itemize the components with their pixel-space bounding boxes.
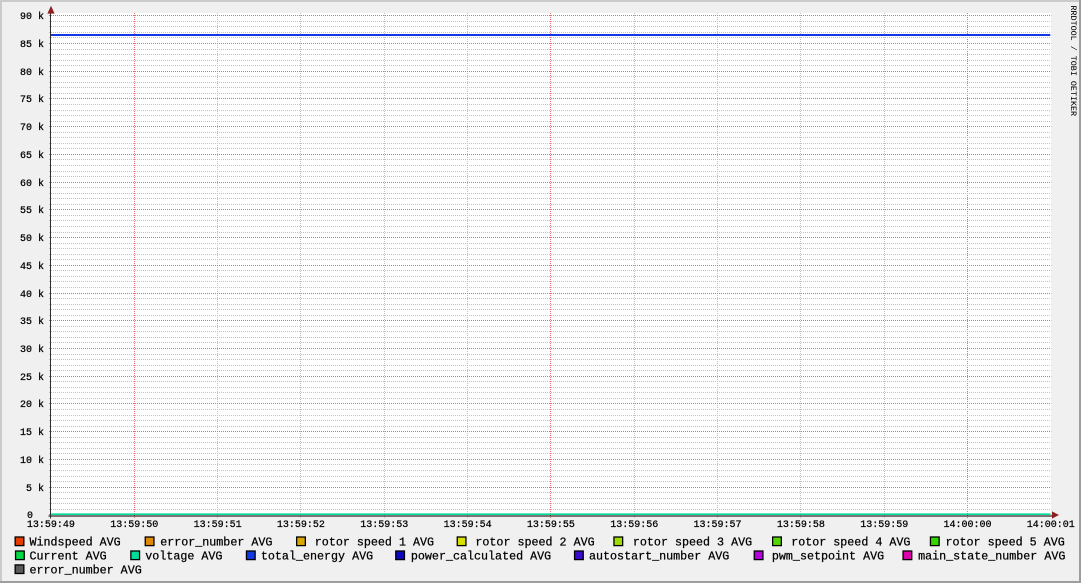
svg-text:rotor speed 1 AVG: rotor speed 1 AVG (315, 536, 434, 550)
svg-text:pwm_setpoint AVG: pwm_setpoint AVG (772, 550, 884, 564)
svg-text:Current AVG: Current AVG (30, 550, 107, 564)
svg-text:power_calculated AVG: power_calculated AVG (411, 550, 551, 564)
svg-text:RRDTOOL / TOBI OETIKER: RRDTOOL / TOBI OETIKER (1068, 6, 1078, 117)
svg-text:main_state_number AVG: main_state_number AVG (918, 550, 1065, 564)
svg-text:85 k: 85 k (20, 39, 44, 51)
svg-text:error_number AVG: error_number AVG (30, 563, 142, 577)
svg-text:14:00:01: 14:00:01 (1027, 520, 1075, 531)
svg-text:10 k: 10 k (20, 455, 44, 467)
svg-text:25 k: 25 k (20, 372, 44, 384)
svg-text:35 k: 35 k (20, 316, 44, 328)
svg-text:65 k: 65 k (20, 150, 44, 162)
svg-text:autostart_number AVG: autostart_number AVG (589, 550, 729, 564)
svg-text:13:59:51: 13:59:51 (194, 520, 242, 531)
svg-text:90 k: 90 k (20, 11, 44, 23)
svg-text:60 k: 60 k (20, 178, 44, 190)
svg-text:13:59:54: 13:59:54 (444, 520, 492, 531)
svg-text:40 k: 40 k (20, 289, 44, 301)
svg-text:30 k: 30 k (20, 344, 44, 356)
svg-text:20 k: 20 k (20, 399, 44, 411)
svg-text:rotor speed 3 AVG: rotor speed 3 AVG (633, 536, 752, 550)
svg-text:13:59:55: 13:59:55 (527, 520, 575, 531)
svg-text:13:59:53: 13:59:53 (360, 520, 408, 531)
svg-text:13:59:58: 13:59:58 (777, 520, 825, 531)
svg-text:50 k: 50 k (20, 233, 44, 245)
svg-text:13:59:56: 13:59:56 (610, 520, 658, 531)
svg-text:15 k: 15 k (20, 427, 44, 439)
svg-text:13:59:52: 13:59:52 (277, 520, 325, 531)
svg-text:55 k: 55 k (20, 205, 44, 217)
svg-text:5 k: 5 k (26, 483, 44, 495)
svg-text:13:59:57: 13:59:57 (693, 520, 741, 531)
svg-text:70 k: 70 k (20, 122, 44, 134)
svg-text:13:59:49: 13:59:49 (27, 520, 75, 531)
svg-text:45 k: 45 k (20, 261, 44, 273)
svg-text:80 k: 80 k (20, 67, 44, 79)
svg-text:13:59:59: 13:59:59 (860, 520, 908, 531)
svg-text:error_number AVG: error_number AVG (160, 536, 272, 550)
svg-text:Windspeed AVG: Windspeed AVG (30, 536, 121, 550)
svg-text:voltage AVG: voltage AVG (145, 550, 222, 564)
svg-text:75 k: 75 k (20, 94, 44, 106)
svg-text:total_energy AVG: total_energy AVG (261, 550, 373, 564)
svg-text:rotor speed 5 AVG: rotor speed 5 AVG (946, 536, 1065, 550)
svg-text:rotor speed 2 AVG: rotor speed 2 AVG (475, 536, 594, 550)
svg-text:rotor speed 4 AVG: rotor speed 4 AVG (791, 536, 910, 550)
svg-text:14:00:00: 14:00:00 (943, 520, 991, 531)
svg-text:13:59:50: 13:59:50 (110, 520, 158, 531)
